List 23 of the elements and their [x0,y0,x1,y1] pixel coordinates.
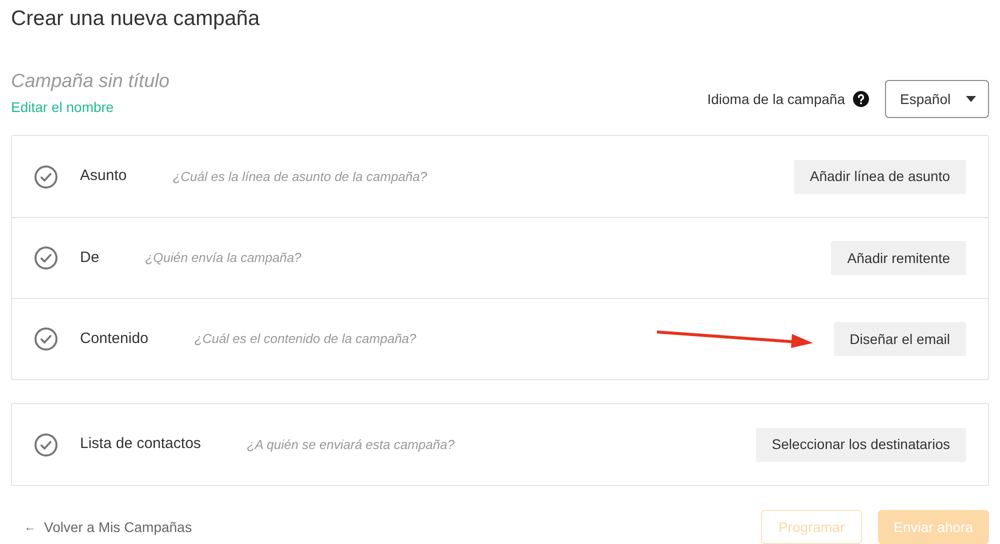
page-title: Crear una nueva campaña [11,6,261,32]
caret-icon [966,96,976,102]
check-circle-icon [34,164,58,188]
row-hint: ¿Cuál es el contenido de la campaña? [194,330,416,348]
row-hint: ¿Cuál es la línea de asunto de la campaña? [172,168,428,186]
row-action-button[interactable]: Seleccionar los destinatarios [756,428,966,462]
row-hint: ¿Quién envía la campaña? [145,249,302,268]
check-circle-icon [34,246,58,270]
help-icon [853,91,869,107]
back-link[interactable]: ← Volver a Mis Campañas [24,516,192,538]
row-label: De [80,248,100,268]
row-hint: ¿A quién se enviará esta campaña? [246,436,455,454]
row-label: Contenido [80,328,148,349]
row-label: Lista de contactos [80,434,201,454]
campaign-name: Campaña sin título [11,70,170,94]
row-label: Asunto [80,166,127,186]
language-label: Idioma de la campaña [707,90,845,109]
check-circle-icon [34,432,58,456]
row-action-button[interactable]: Añadir remitente [831,241,966,275]
language-dropdown[interactable]: Español [885,80,989,118]
check-circle-icon [34,327,58,351]
row-action-button[interactable]: Diseñar el email [834,322,966,356]
row-action-button[interactable]: Añadir línea de asunto [794,160,966,194]
